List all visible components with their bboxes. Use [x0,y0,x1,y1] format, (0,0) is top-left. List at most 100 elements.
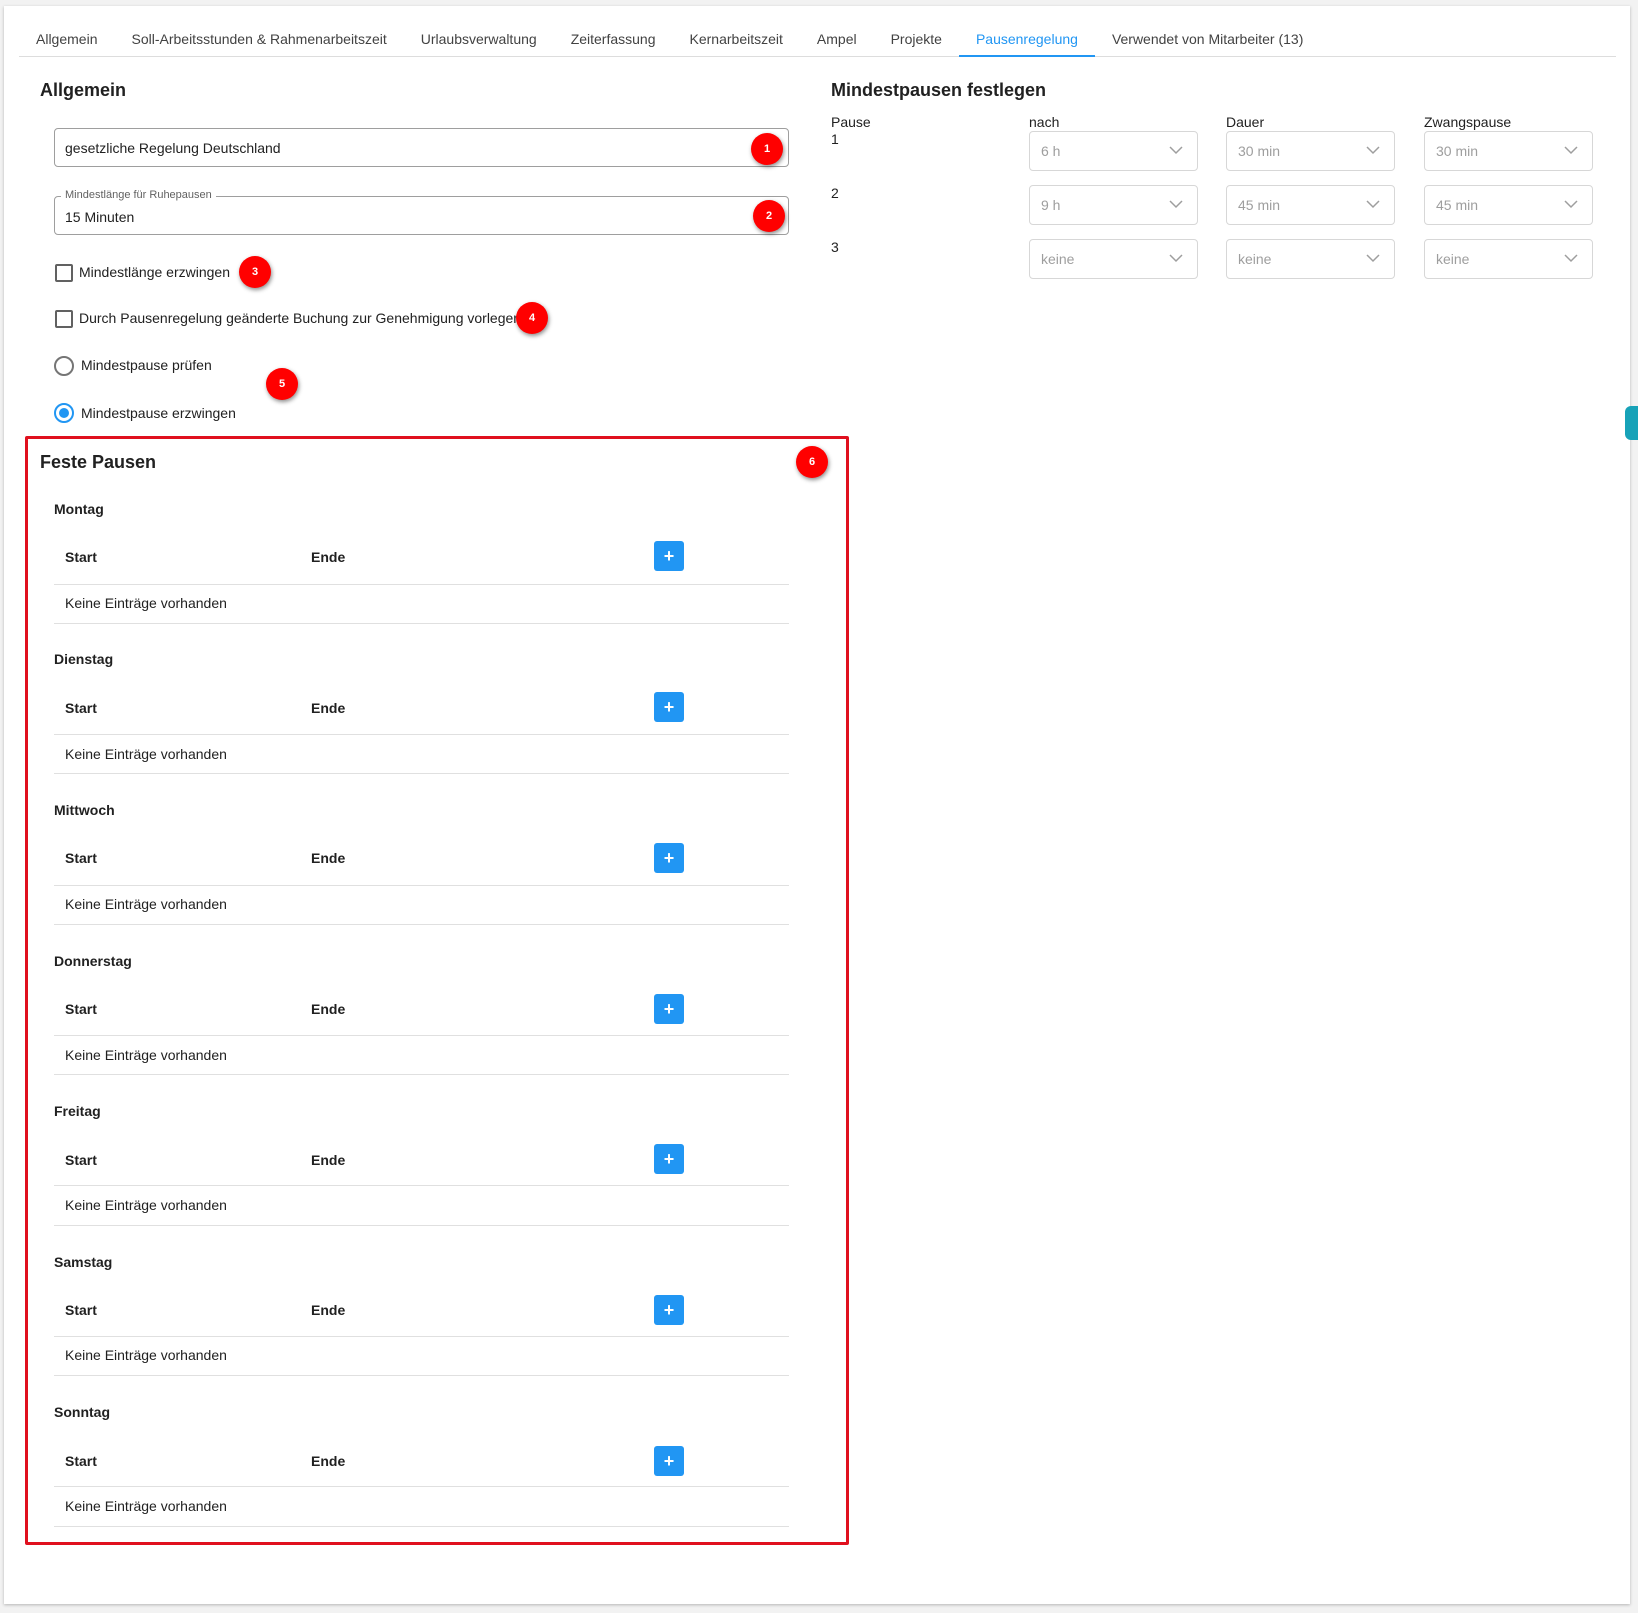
tab-ampel[interactable]: Ampel [800,22,874,56]
add-montag-button[interactable]: + [654,541,684,571]
pause-1-duration-select[interactable]: 30 min [1226,131,1395,171]
submit-approval-label: Durch Pausenregelung geänderte Buchung z… [79,310,522,326]
add-freitag-button[interactable]: + [654,1144,684,1174]
col-start: Start [65,700,97,716]
min-break-enforce-label: Mindestpause erzwingen [81,405,236,421]
min-break-check-radio[interactable] [54,356,74,376]
annotation-badge-1: 1 [751,133,783,165]
pause-2-forced-select[interactable]: 45 min [1424,185,1593,225]
pause-1-forced-select[interactable]: 30 min [1424,131,1593,171]
day-title-freitag: Freitag [54,1103,101,1119]
day-title-sonntag: Sonntag [54,1404,110,1420]
chevron-down-icon [1366,200,1380,209]
rule-select-value: gesetzliche Regelung Deutschland [65,140,281,156]
pause-3-duration-select[interactable]: keine [1226,239,1395,279]
tab-soll-arbeitsstunden[interactable]: Soll-Arbeitsstunden & Rahmenarbeitszeit [114,22,403,56]
divider [54,1035,789,1036]
chevron-down-icon [1366,254,1380,263]
empty-sonntag: Keine Einträge vorhanden [65,1498,227,1514]
tab-projekte[interactable]: Projekte [874,22,959,56]
col-end: Ende [311,1302,346,1318]
tab-zeiterfassung[interactable]: Zeiterfassung [554,22,673,56]
col-end: Ende [311,549,346,565]
col-start: Start [65,1302,97,1318]
col-end: Ende [311,700,346,716]
pause-1-after-value: 6 h [1041,143,1061,159]
divider [54,924,789,925]
pause-3-forced-value: keine [1436,251,1470,267]
divider [54,623,789,624]
pause-2-forced-value: 45 min [1436,197,1479,213]
pause-2-after-value: 9 h [1041,197,1061,213]
pause-3-after-select[interactable]: keine [1029,239,1198,279]
annotation-badge-4: 4 [516,302,548,334]
day-title-dienstag: Dienstag [54,651,114,667]
col-end: Ende [311,1152,346,1168]
pause-1-forced-value: 30 min [1436,143,1479,159]
tab-allgemein[interactable]: Allgemein [19,22,114,56]
col-end: Ende [311,1453,346,1469]
empty-samstag: Keine Einträge vorhanden [65,1347,227,1363]
annotation-badge-2: 2 [753,200,785,232]
day-title-samstag: Samstag [54,1254,113,1270]
rule-select[interactable]: gesetzliche Regelung Deutschland [54,128,789,167]
min-rest-length-field[interactable]: Mindestlänge für Ruhepausen 15 Minuten [54,189,789,235]
min-break-enforce-radio[interactable] [54,403,74,423]
pause-number-2: 2 [831,185,839,201]
fixed-breaks-heading: Feste Pausen [40,452,157,472]
tab-kernarbeitszeit[interactable]: Kernarbeitszeit [673,22,800,56]
chevron-down-icon [1564,254,1578,263]
pause-2-after-select[interactable]: 9 h [1029,185,1198,225]
col-pause: Pause [831,114,871,130]
pause-3-forced-select[interactable]: keine [1424,239,1593,279]
col-start: Start [65,1001,97,1017]
divider [54,1074,789,1075]
divider [54,584,789,585]
divider [54,1185,789,1186]
enforce-min-length-label: Mindestlänge erzwingen [79,264,230,280]
chevron-down-icon [1169,200,1183,209]
add-mittwoch-button[interactable]: + [654,843,684,873]
chevron-down-icon [1564,200,1578,209]
divider [54,885,789,886]
empty-freitag: Keine Einträge vorhanden [65,1197,227,1213]
divider [54,1375,789,1376]
pause-1-after-select[interactable]: 6 h [1029,131,1198,171]
annotation-badge-3: 3 [239,256,271,288]
tab-verwendet-von-mitarbeiter[interactable]: Verwendet von Mitarbeiter (13) [1095,22,1320,56]
pause-2-duration-value: 45 min [1238,197,1281,213]
pause-3-duration-value: keine [1238,251,1272,267]
divider [54,1526,789,1527]
add-sonntag-button[interactable]: + [654,1446,684,1476]
tab-bar: Allgemein Soll-Arbeitsstunden & Rahmenar… [19,22,1616,57]
day-title-donnerstag: Donnerstag [54,953,132,969]
min-rest-length-value: 15 Minuten [65,209,135,225]
enforce-min-length-checkbox[interactable] [55,264,73,282]
annotation-badge-6: 6 [796,446,828,478]
add-samstag-button[interactable]: + [654,1295,684,1325]
pause-2-duration-select[interactable]: 45 min [1226,185,1395,225]
min-rest-length-legend: Mindestlänge für Ruhepausen [61,189,216,201]
side-feedback-tab[interactable] [1625,406,1638,440]
add-donnerstag-button[interactable]: + [654,994,684,1024]
col-forced: Zwangspause [1424,114,1512,130]
empty-donnerstag: Keine Einträge vorhanden [65,1047,227,1063]
col-after: nach [1029,114,1060,130]
add-dienstag-button[interactable]: + [654,692,684,722]
tab-pausenregelung[interactable]: Pausenregelung [958,22,1095,57]
divider [54,1336,789,1337]
col-start: Start [65,1152,97,1168]
pause-number-1: 1 [831,131,839,147]
day-title-montag: Montag [54,501,104,517]
col-start: Start [65,850,97,866]
empty-montag: Keine Einträge vorhanden [65,595,227,611]
divider [54,734,789,735]
submit-approval-checkbox[interactable] [55,310,73,328]
min-breaks-heading: Mindestpausen festlegen [831,80,1047,100]
chevron-down-icon [1169,146,1183,155]
tab-urlaubsverwaltung[interactable]: Urlaubsverwaltung [404,22,554,56]
day-title-mittwoch: Mittwoch [54,802,115,818]
pause-number-3: 3 [831,239,839,255]
col-start: Start [65,1453,97,1469]
chevron-down-icon [1366,146,1380,155]
